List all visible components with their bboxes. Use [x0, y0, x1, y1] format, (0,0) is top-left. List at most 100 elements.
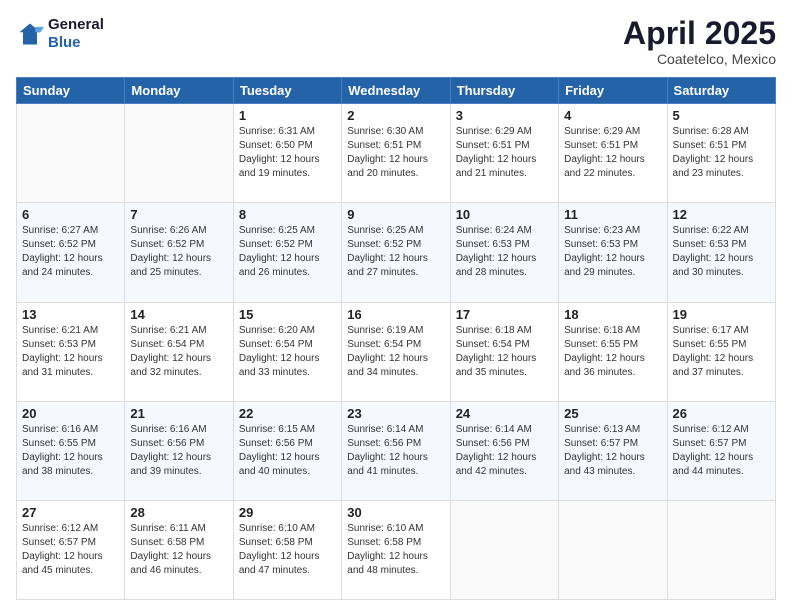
- day-info: Sunrise: 6:25 AM Sunset: 6:52 PM Dayligh…: [347, 224, 444, 280]
- day-info: Sunrise: 6:16 AM Sunset: 6:56 PM Dayligh…: [130, 423, 227, 479]
- calendar-week-row: 27 Sunrise: 6:12 AM Sunset: 6:57 PM Dayli…: [17, 500, 776, 599]
- logo: General Blue: [16, 16, 104, 52]
- day-number: 8: [239, 207, 336, 222]
- table-row: [667, 500, 775, 599]
- day-info: Sunrise: 6:11 AM Sunset: 6:58 PM Dayligh…: [130, 522, 227, 578]
- header: General Blue April 2025 Coatetelco, Mexi…: [16, 16, 776, 67]
- table-row: [559, 500, 667, 599]
- day-number: 1: [239, 108, 336, 123]
- day-info: Sunrise: 6:27 AM Sunset: 6:52 PM Dayligh…: [22, 224, 119, 280]
- table-row: 6 Sunrise: 6:27 AM Sunset: 6:52 PM Daylig…: [17, 203, 125, 302]
- table-row: 3Sunrise: 6:29 AM Sunset: 6:51 PM Daylig…: [450, 104, 558, 203]
- calendar-table: Sunday Monday Tuesday Wednesday Thursday…: [16, 77, 776, 600]
- day-info: Sunrise: 6:26 AM Sunset: 6:52 PM Dayligh…: [130, 224, 227, 280]
- day-number: 20: [22, 406, 119, 421]
- day-info: Sunrise: 6:28 AM Sunset: 6:51 PM Dayligh…: [673, 125, 770, 181]
- table-row: 14 Sunrise: 6:21 AM Sunset: 6:54 PM Dayli…: [125, 302, 233, 401]
- table-row: 11 Sunrise: 6:23 AM Sunset: 6:53 PM Dayli…: [559, 203, 667, 302]
- day-info: Sunrise: 6:20 AM Sunset: 6:54 PM Dayligh…: [239, 324, 336, 380]
- header-saturday: Saturday: [667, 78, 775, 104]
- calendar-week-row: 1 Sunrise: 6:31 AM Sunset: 6:50 PM Daylig…: [17, 104, 776, 203]
- day-number: 5: [673, 108, 770, 123]
- title-block: April 2025 Coatetelco, Mexico: [623, 16, 776, 67]
- day-info: Sunrise: 6:14 AM Sunset: 6:56 PM Dayligh…: [456, 423, 553, 479]
- day-info: Sunrise: 6:24 AM Sunset: 6:53 PM Dayligh…: [456, 224, 553, 280]
- day-info: Sunrise: 6:12 AM Sunset: 6:57 PM Dayligh…: [22, 522, 119, 578]
- day-number: 13: [22, 307, 119, 322]
- day-info: Sunrise: 6:15 AM Sunset: 6:56 PM Dayligh…: [239, 423, 336, 479]
- day-number: 26: [673, 406, 770, 421]
- day-info: Sunrise: 6:31 AM Sunset: 6:50 PM Dayligh…: [239, 125, 336, 181]
- day-info: Sunrise: 6:12 AM Sunset: 6:57 PM Dayligh…: [673, 423, 770, 479]
- day-info: Sunrise: 6:14 AM Sunset: 6:56 PM Dayligh…: [347, 423, 444, 479]
- table-row: 1 Sunrise: 6:31 AM Sunset: 6:50 PM Daylig…: [233, 104, 341, 203]
- header-wednesday: Wednesday: [342, 78, 450, 104]
- header-friday: Friday: [559, 78, 667, 104]
- day-info: Sunrise: 6:18 AM Sunset: 6:55 PM Dayligh…: [564, 324, 661, 380]
- table-row: 17 Sunrise: 6:18 AM Sunset: 6:54 PM Dayli…: [450, 302, 558, 401]
- day-number: 25: [564, 406, 661, 421]
- day-info: Sunrise: 6:29 AM Sunset: 6:51 PM Dayligh…: [456, 125, 553, 181]
- table-row: 16 Sunrise: 6:19 AM Sunset: 6:54 PM Dayli…: [342, 302, 450, 401]
- day-number: 16: [347, 307, 444, 322]
- day-number: 11: [564, 207, 661, 222]
- day-number: 12: [673, 207, 770, 222]
- day-number: 24: [456, 406, 553, 421]
- calendar-header-row: Sunday Monday Tuesday Wednesday Thursday…: [17, 78, 776, 104]
- logo-text: General Blue: [48, 16, 104, 52]
- day-number: 19: [673, 307, 770, 322]
- day-number: 4: [564, 108, 661, 123]
- day-info: Sunrise: 6:19 AM Sunset: 6:54 PM Dayligh…: [347, 324, 444, 380]
- header-tuesday: Tuesday: [233, 78, 341, 104]
- table-row: 26 Sunrise: 6:12 AM Sunset: 6:57 PM Dayli…: [667, 401, 775, 500]
- table-row: 8 Sunrise: 6:25 AM Sunset: 6:52 PM Daylig…: [233, 203, 341, 302]
- table-row: 12Sunrise: 6:22 AM Sunset: 6:53 PM Dayli…: [667, 203, 775, 302]
- day-number: 2: [347, 108, 444, 123]
- day-info: Sunrise: 6:21 AM Sunset: 6:54 PM Dayligh…: [130, 324, 227, 380]
- table-row: [450, 500, 558, 599]
- table-row: 19 Sunrise: 6:17 AM Sunset: 6:55 PM Dayli…: [667, 302, 775, 401]
- day-info: Sunrise: 6:13 AM Sunset: 6:57 PM Dayligh…: [564, 423, 661, 479]
- header-thursday: Thursday: [450, 78, 558, 104]
- day-info: Sunrise: 6:18 AM Sunset: 6:54 PM Dayligh…: [456, 324, 553, 380]
- day-info: Sunrise: 6:10 AM Sunset: 6:58 PM Dayligh…: [239, 522, 336, 578]
- table-row: 30Sunrise: 6:10 AM Sunset: 6:58 PM Dayli…: [342, 500, 450, 599]
- table-row: 15 Sunrise: 6:20 AM Sunset: 6:54 PM Dayli…: [233, 302, 341, 401]
- day-info: Sunrise: 6:17 AM Sunset: 6:55 PM Dayligh…: [673, 324, 770, 380]
- table-row: 24 Sunrise: 6:14 AM Sunset: 6:56 PM Dayli…: [450, 401, 558, 500]
- table-row: [125, 104, 233, 203]
- day-number: 6: [22, 207, 119, 222]
- day-number: 21: [130, 406, 227, 421]
- day-number: 30: [347, 505, 444, 520]
- table-row: 18 Sunrise: 6:18 AM Sunset: 6:55 PM Dayli…: [559, 302, 667, 401]
- table-row: 21 Sunrise: 6:16 AM Sunset: 6:56 PM Dayli…: [125, 401, 233, 500]
- day-info: Sunrise: 6:23 AM Sunset: 6:53 PM Dayligh…: [564, 224, 661, 280]
- day-info: Sunrise: 6:21 AM Sunset: 6:53 PM Dayligh…: [22, 324, 119, 380]
- day-number: 22: [239, 406, 336, 421]
- page: General Blue April 2025 Coatetelco, Mexi…: [0, 0, 792, 612]
- day-number: 18: [564, 307, 661, 322]
- day-number: 29: [239, 505, 336, 520]
- logo-icon: [16, 20, 44, 48]
- day-number: 23: [347, 406, 444, 421]
- day-number: 14: [130, 307, 227, 322]
- header-monday: Monday: [125, 78, 233, 104]
- table-row: 25 Sunrise: 6:13 AM Sunset: 6:57 PM Dayli…: [559, 401, 667, 500]
- table-row: [17, 104, 125, 203]
- header-sunday: Sunday: [17, 78, 125, 104]
- day-info: Sunrise: 6:16 AM Sunset: 6:55 PM Dayligh…: [22, 423, 119, 479]
- day-number: 15: [239, 307, 336, 322]
- table-row: 4Sunrise: 6:29 AM Sunset: 6:51 PM Daylig…: [559, 104, 667, 203]
- subtitle: Coatetelco, Mexico: [623, 51, 776, 67]
- table-row: 7 Sunrise: 6:26 AM Sunset: 6:52 PM Daylig…: [125, 203, 233, 302]
- day-number: 10: [456, 207, 553, 222]
- day-info: Sunrise: 6:25 AM Sunset: 6:52 PM Dayligh…: [239, 224, 336, 280]
- table-row: 29 Sunrise: 6:10 AM Sunset: 6:58 PM Dayli…: [233, 500, 341, 599]
- day-number: 27: [22, 505, 119, 520]
- table-row: 13 Sunrise: 6:21 AM Sunset: 6:53 PM Dayli…: [17, 302, 125, 401]
- day-number: 7: [130, 207, 227, 222]
- table-row: 20 Sunrise: 6:16 AM Sunset: 6:55 PM Dayli…: [17, 401, 125, 500]
- main-title: April 2025: [623, 16, 776, 51]
- day-number: 17: [456, 307, 553, 322]
- calendar-week-row: 6 Sunrise: 6:27 AM Sunset: 6:52 PM Daylig…: [17, 203, 776, 302]
